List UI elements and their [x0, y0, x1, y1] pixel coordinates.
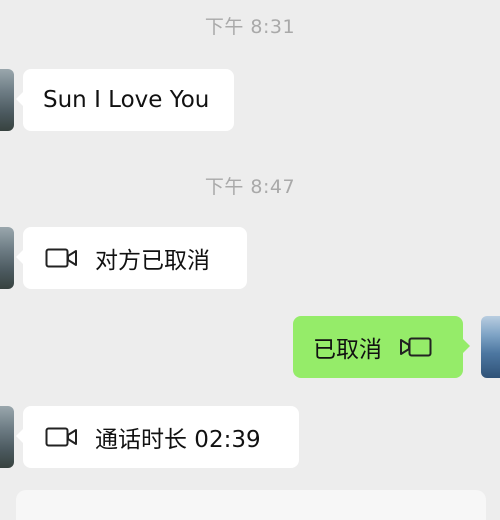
video-call-bubble[interactable]: 对方已取消: [16, 227, 247, 289]
call-status-text: 已取消: [313, 337, 382, 363]
video-camera-icon: [45, 248, 77, 268]
call-duration-text: 通话时长 02:39: [95, 427, 261, 453]
timestamp: 下午 8:47: [204, 176, 296, 198]
timestamp: 下午 8:31: [204, 16, 296, 38]
video-camera-icon: [45, 427, 77, 447]
avatar[interactable]: [481, 316, 500, 378]
bottom-panel: [16, 490, 486, 520]
message-text: Sun I Love You: [43, 87, 210, 113]
avatar[interactable]: [0, 69, 14, 131]
call-status-text: 对方已取消: [95, 248, 210, 274]
chat-message-list[interactable]: 下午 8:31 Sun I Love You 下午 8:47 对方已取消 已取消…: [0, 0, 500, 520]
avatar[interactable]: [0, 227, 14, 289]
video-call-bubble[interactable]: 通话时长 02:39: [16, 406, 299, 468]
video-call-bubble[interactable]: 已取消: [293, 316, 470, 378]
message-bubble[interactable]: Sun I Love You: [16, 69, 234, 131]
video-camera-icon: [400, 337, 432, 357]
avatar[interactable]: [0, 406, 14, 468]
